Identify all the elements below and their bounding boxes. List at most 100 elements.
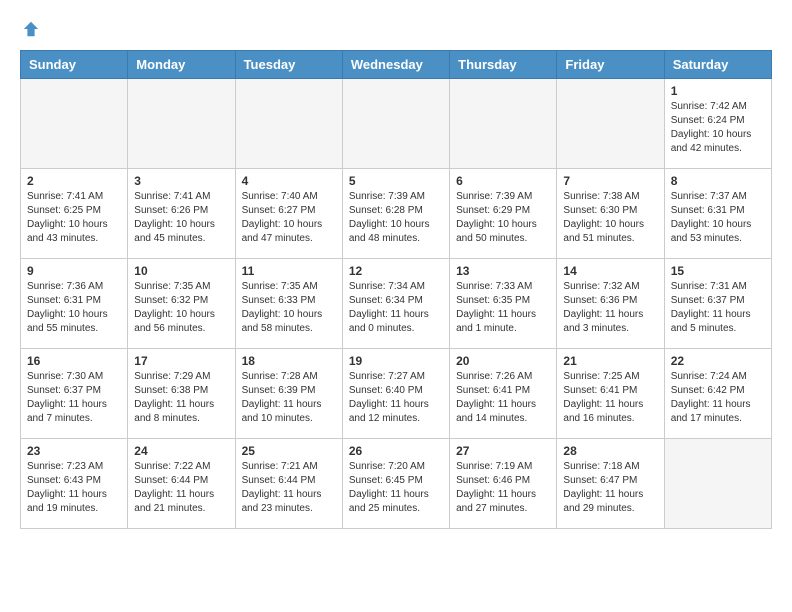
day-info: Sunrise: 7:41 AM Sunset: 6:25 PM Dayligh… bbox=[27, 190, 121, 246]
day-info: Sunrise: 7:26 AM Sunset: 6:41 PM Dayligh… bbox=[456, 370, 550, 426]
day-number: 24 bbox=[134, 444, 228, 458]
day-number: 2 bbox=[27, 174, 121, 188]
calendar-cell: 22 Sunrise: 7:24 AM Sunset: 6:42 PM Dayli… bbox=[664, 349, 771, 439]
day-number: 13 bbox=[456, 264, 550, 278]
day-number: 19 bbox=[349, 354, 443, 368]
calendar-cell bbox=[128, 79, 235, 169]
day-info: Sunrise: 7:24 AM Sunset: 6:42 PM Dayligh… bbox=[671, 370, 765, 426]
day-info: Sunrise: 7:30 AM Sunset: 6:37 PM Dayligh… bbox=[27, 370, 121, 426]
calendar-cell: 14 Sunrise: 7:32 AM Sunset: 6:36 PM Dayli… bbox=[557, 259, 664, 349]
calendar-cell: 2 Sunrise: 7:41 AM Sunset: 6:25 PM Daylig… bbox=[21, 169, 128, 259]
day-info: Sunrise: 7:28 AM Sunset: 6:39 PM Dayligh… bbox=[242, 370, 336, 426]
day-number: 28 bbox=[563, 444, 657, 458]
day-info: Sunrise: 7:32 AM Sunset: 6:36 PM Dayligh… bbox=[563, 280, 657, 336]
day-number: 11 bbox=[242, 264, 336, 278]
calendar-cell bbox=[557, 79, 664, 169]
day-info: Sunrise: 7:41 AM Sunset: 6:26 PM Dayligh… bbox=[134, 190, 228, 246]
day-number: 22 bbox=[671, 354, 765, 368]
day-info: Sunrise: 7:42 AM Sunset: 6:24 PM Dayligh… bbox=[671, 100, 765, 156]
day-info: Sunrise: 7:35 AM Sunset: 6:33 PM Dayligh… bbox=[242, 280, 336, 336]
calendar-cell: 6 Sunrise: 7:39 AM Sunset: 6:29 PM Daylig… bbox=[450, 169, 557, 259]
calendar-cell: 13 Sunrise: 7:33 AM Sunset: 6:35 PM Dayli… bbox=[450, 259, 557, 349]
calendar-cell bbox=[235, 79, 342, 169]
day-number: 25 bbox=[242, 444, 336, 458]
day-number: 1 bbox=[671, 84, 765, 98]
day-number: 10 bbox=[134, 264, 228, 278]
day-info: Sunrise: 7:18 AM Sunset: 6:47 PM Dayligh… bbox=[563, 460, 657, 516]
day-info: Sunrise: 7:31 AM Sunset: 6:37 PM Dayligh… bbox=[671, 280, 765, 336]
day-number: 20 bbox=[456, 354, 550, 368]
day-number: 4 bbox=[242, 174, 336, 188]
calendar-cell: 16 Sunrise: 7:30 AM Sunset: 6:37 PM Dayli… bbox=[21, 349, 128, 439]
day-info: Sunrise: 7:34 AM Sunset: 6:34 PM Dayligh… bbox=[349, 280, 443, 336]
calendar-cell bbox=[664, 439, 771, 529]
day-number: 7 bbox=[563, 174, 657, 188]
calendar-cell: 4 Sunrise: 7:40 AM Sunset: 6:27 PM Daylig… bbox=[235, 169, 342, 259]
calendar-cell: 15 Sunrise: 7:31 AM Sunset: 6:37 PM Dayli… bbox=[664, 259, 771, 349]
calendar-cell bbox=[450, 79, 557, 169]
day-info: Sunrise: 7:37 AM Sunset: 6:31 PM Dayligh… bbox=[671, 190, 765, 246]
weekday-header: Friday bbox=[557, 51, 664, 79]
calendar-week-row: 1 Sunrise: 7:42 AM Sunset: 6:24 PM Daylig… bbox=[21, 79, 772, 169]
day-number: 17 bbox=[134, 354, 228, 368]
calendar-header-row: SundayMondayTuesdayWednesdayThursdayFrid… bbox=[21, 51, 772, 79]
calendar-cell: 1 Sunrise: 7:42 AM Sunset: 6:24 PM Daylig… bbox=[664, 79, 771, 169]
day-number: 23 bbox=[27, 444, 121, 458]
weekday-header: Monday bbox=[128, 51, 235, 79]
page-header bbox=[20, 20, 772, 34]
calendar-cell: 8 Sunrise: 7:37 AM Sunset: 6:31 PM Daylig… bbox=[664, 169, 771, 259]
logo-icon bbox=[22, 20, 40, 38]
calendar-cell: 11 Sunrise: 7:35 AM Sunset: 6:33 PM Dayli… bbox=[235, 259, 342, 349]
calendar-cell: 3Sunrise: 7:41 AM Sunset: 6:26 PM Daylig… bbox=[128, 169, 235, 259]
calendar-cell: 20 Sunrise: 7:26 AM Sunset: 6:41 PM Dayli… bbox=[450, 349, 557, 439]
day-info: Sunrise: 7:22 AM Sunset: 6:44 PM Dayligh… bbox=[134, 460, 228, 516]
day-number: 27 bbox=[456, 444, 550, 458]
calendar-cell: 23 Sunrise: 7:23 AM Sunset: 6:43 PM Dayli… bbox=[21, 439, 128, 529]
day-number: 26 bbox=[349, 444, 443, 458]
calendar-cell: 18 Sunrise: 7:28 AM Sunset: 6:39 PM Dayli… bbox=[235, 349, 342, 439]
calendar-cell: 9 Sunrise: 7:36 AM Sunset: 6:31 PM Daylig… bbox=[21, 259, 128, 349]
day-info: Sunrise: 7:36 AM Sunset: 6:31 PM Dayligh… bbox=[27, 280, 121, 336]
day-number: 8 bbox=[671, 174, 765, 188]
calendar-cell: 25 Sunrise: 7:21 AM Sunset: 6:44 PM Dayli… bbox=[235, 439, 342, 529]
day-info: Sunrise: 7:33 AM Sunset: 6:35 PM Dayligh… bbox=[456, 280, 550, 336]
calendar-week-row: 2 Sunrise: 7:41 AM Sunset: 6:25 PM Daylig… bbox=[21, 169, 772, 259]
calendar-cell: 24 Sunrise: 7:22 AM Sunset: 6:44 PM Dayli… bbox=[128, 439, 235, 529]
weekday-header: Tuesday bbox=[235, 51, 342, 79]
day-number: 15 bbox=[671, 264, 765, 278]
calendar-cell bbox=[21, 79, 128, 169]
day-info: Sunrise: 7:39 AM Sunset: 6:29 PM Dayligh… bbox=[456, 190, 550, 246]
day-number: 5 bbox=[349, 174, 443, 188]
day-info: Sunrise: 7:19 AM Sunset: 6:46 PM Dayligh… bbox=[456, 460, 550, 516]
calendar-week-row: 23 Sunrise: 7:23 AM Sunset: 6:43 PM Dayli… bbox=[21, 439, 772, 529]
calendar-cell: 26 Sunrise: 7:20 AM Sunset: 6:45 PM Dayli… bbox=[342, 439, 449, 529]
day-number: 21 bbox=[563, 354, 657, 368]
calendar-cell: 17 Sunrise: 7:29 AM Sunset: 6:38 PM Dayli… bbox=[128, 349, 235, 439]
calendar-cell: 21Sunrise: 7:25 AM Sunset: 6:41 PM Dayli… bbox=[557, 349, 664, 439]
day-info: Sunrise: 7:29 AM Sunset: 6:38 PM Dayligh… bbox=[134, 370, 228, 426]
weekday-header: Thursday bbox=[450, 51, 557, 79]
day-info: Sunrise: 7:39 AM Sunset: 6:28 PM Dayligh… bbox=[349, 190, 443, 246]
day-info: Sunrise: 7:23 AM Sunset: 6:43 PM Dayligh… bbox=[27, 460, 121, 516]
calendar-cell: 7Sunrise: 7:38 AM Sunset: 6:30 PM Daylig… bbox=[557, 169, 664, 259]
day-number: 9 bbox=[27, 264, 121, 278]
calendar-cell: 19 Sunrise: 7:27 AM Sunset: 6:40 PM Dayli… bbox=[342, 349, 449, 439]
day-number: 12 bbox=[349, 264, 443, 278]
calendar-week-row: 9 Sunrise: 7:36 AM Sunset: 6:31 PM Daylig… bbox=[21, 259, 772, 349]
weekday-header: Saturday bbox=[664, 51, 771, 79]
calendar-cell: 12 Sunrise: 7:34 AM Sunset: 6:34 PM Dayli… bbox=[342, 259, 449, 349]
day-number: 16 bbox=[27, 354, 121, 368]
day-info: Sunrise: 7:27 AM Sunset: 6:40 PM Dayligh… bbox=[349, 370, 443, 426]
day-info: Sunrise: 7:40 AM Sunset: 6:27 PM Dayligh… bbox=[242, 190, 336, 246]
day-number: 18 bbox=[242, 354, 336, 368]
weekday-header: Sunday bbox=[21, 51, 128, 79]
day-number: 14 bbox=[563, 264, 657, 278]
day-number: 6 bbox=[456, 174, 550, 188]
calendar-cell: 28 Sunrise: 7:18 AM Sunset: 6:47 PM Dayli… bbox=[557, 439, 664, 529]
calendar-cell: 27 Sunrise: 7:19 AM Sunset: 6:46 PM Dayli… bbox=[450, 439, 557, 529]
calendar-cell: 10Sunrise: 7:35 AM Sunset: 6:32 PM Dayli… bbox=[128, 259, 235, 349]
day-info: Sunrise: 7:20 AM Sunset: 6:45 PM Dayligh… bbox=[349, 460, 443, 516]
day-info: Sunrise: 7:21 AM Sunset: 6:44 PM Dayligh… bbox=[242, 460, 336, 516]
calendar-cell bbox=[342, 79, 449, 169]
calendar-table: SundayMondayTuesdayWednesdayThursdayFrid… bbox=[20, 50, 772, 529]
